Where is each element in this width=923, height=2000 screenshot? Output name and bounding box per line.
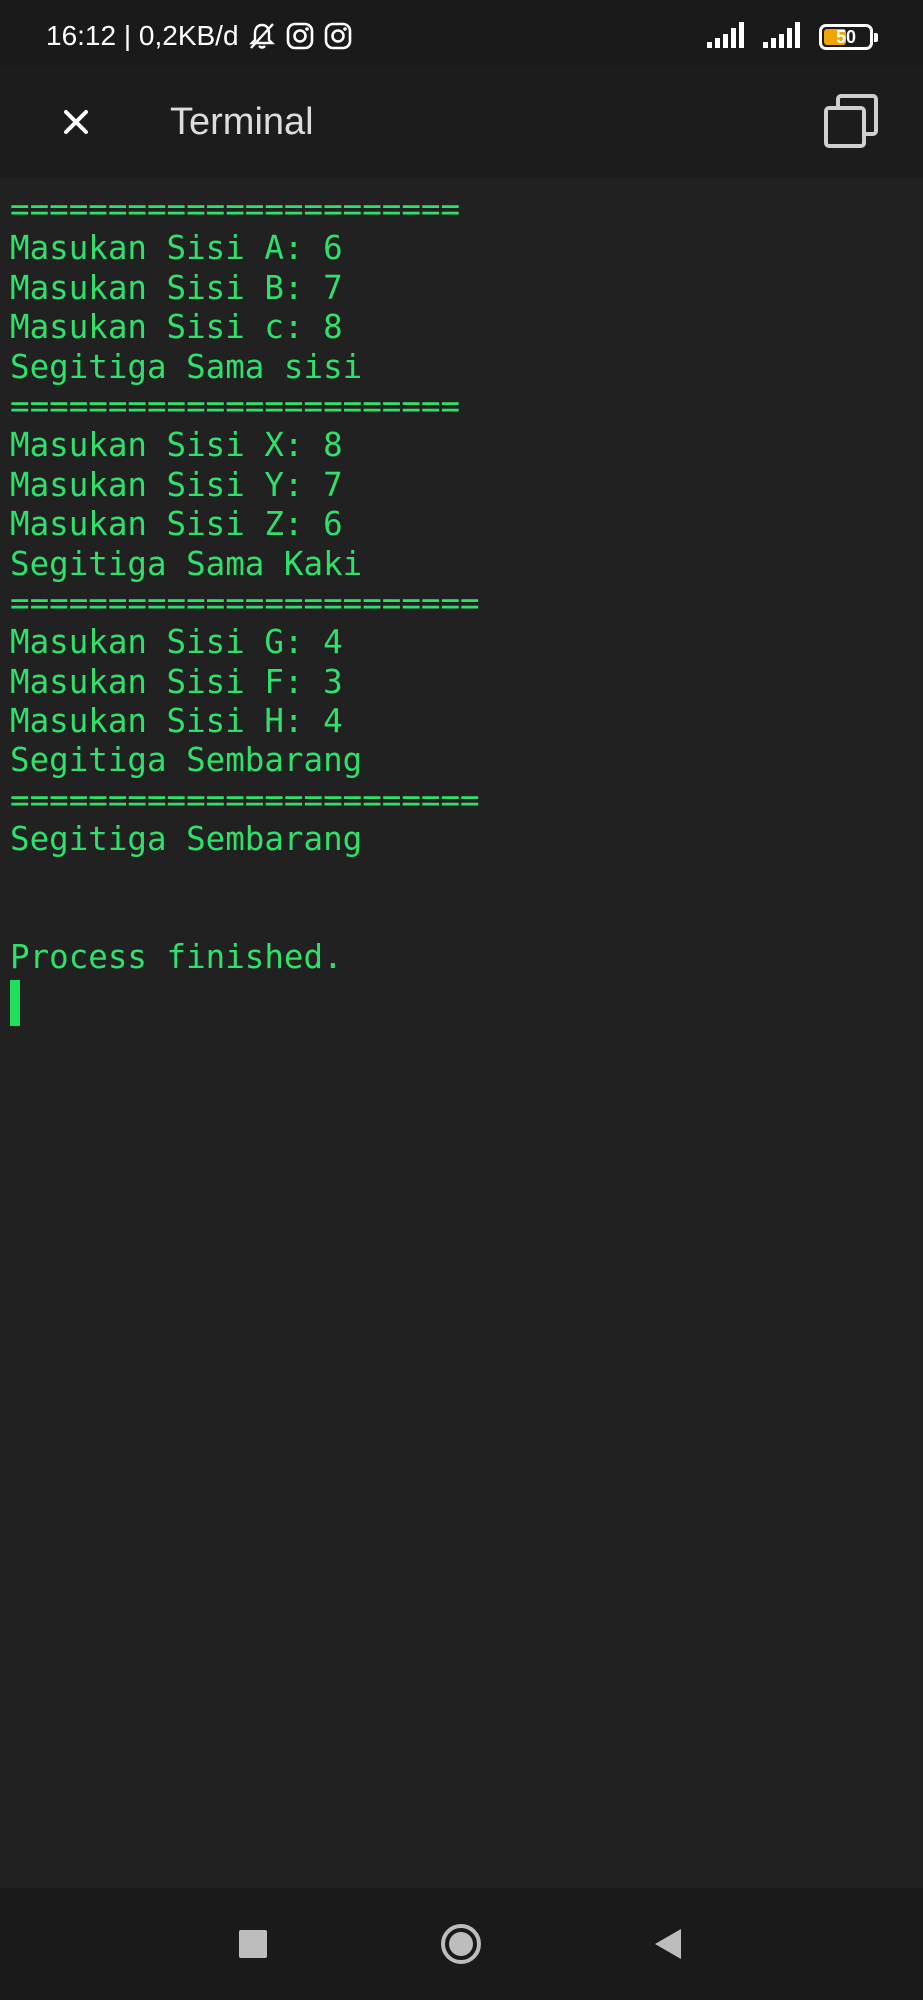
battery-icon: 50 <box>819 24 878 50</box>
terminal-line: Segitiga Sembarang <box>10 741 363 780</box>
status-right: 50 <box>707 22 878 52</box>
terminal-line: Masukan Sisi B: 7 <box>10 268 343 307</box>
terminal-line: Masukan Sisi A: 6 <box>10 229 343 268</box>
copy-icon <box>824 94 878 148</box>
recent-apps-icon <box>239 1930 267 1958</box>
close-button[interactable] <box>50 96 102 148</box>
status-bar: 16:12 | 0,2KB/d 50 <box>0 0 923 66</box>
battery-level: 50 <box>835 26 857 47</box>
terminal-line: Masukan Sisi c: 8 <box>10 308 343 347</box>
status-left: 16:12 | 0,2KB/d <box>46 20 353 52</box>
terminal-line: Masukan Sisi F: 3 <box>10 662 343 701</box>
signal-icon <box>707 22 749 52</box>
terminal-line: Masukan Sisi Z: 6 <box>10 505 343 544</box>
terminal-cursor[interactable] <box>10 979 20 1026</box>
copy-button[interactable] <box>819 90 883 154</box>
app-bar: Terminal <box>0 66 923 178</box>
terminal-line: Masukan Sisi H: 4 <box>10 702 343 741</box>
recent-apps-button[interactable] <box>225 1916 281 1972</box>
terminal-line: Process finished. <box>10 938 343 977</box>
home-button[interactable] <box>433 1916 489 1972</box>
close-icon <box>64 110 88 134</box>
signal-icon <box>763 22 805 52</box>
terminal-line: ======================= <box>10 190 461 228</box>
phone-screen: 16:12 | 0,2KB/d 50 Terminal ============… <box>0 0 923 2000</box>
terminal-line: Masukan Sisi Y: 7 <box>10 465 343 504</box>
terminal-line: Masukan Sisi X: 8 <box>10 426 343 465</box>
instagram-icon <box>285 21 315 51</box>
status-time-speed: 16:12 | 0,2KB/d <box>46 20 239 51</box>
terminal-line: Masukan Sisi G: 4 <box>10 623 343 662</box>
terminal-line: ======================== <box>10 583 480 622</box>
terminal-line: ======================== <box>10 780 480 819</box>
back-button[interactable] <box>640 1916 696 1972</box>
terminal-line: Segitiga Sembarang <box>10 820 363 859</box>
back-icon <box>655 1929 681 1959</box>
navigation-bar <box>0 1888 923 2000</box>
terminal-line: ======================= <box>10 386 461 425</box>
terminal-line: Segitiga Sama sisi <box>10 347 363 386</box>
bell-muted-icon <box>247 21 277 51</box>
home-icon <box>441 1924 481 1964</box>
page-title: Terminal <box>170 101 314 143</box>
terminal-line: Segitiga Sama Kaki <box>10 544 363 583</box>
terminal-output[interactable]: ======================= Masukan Sisi A: … <box>0 178 923 1888</box>
instagram-icon <box>323 21 353 51</box>
